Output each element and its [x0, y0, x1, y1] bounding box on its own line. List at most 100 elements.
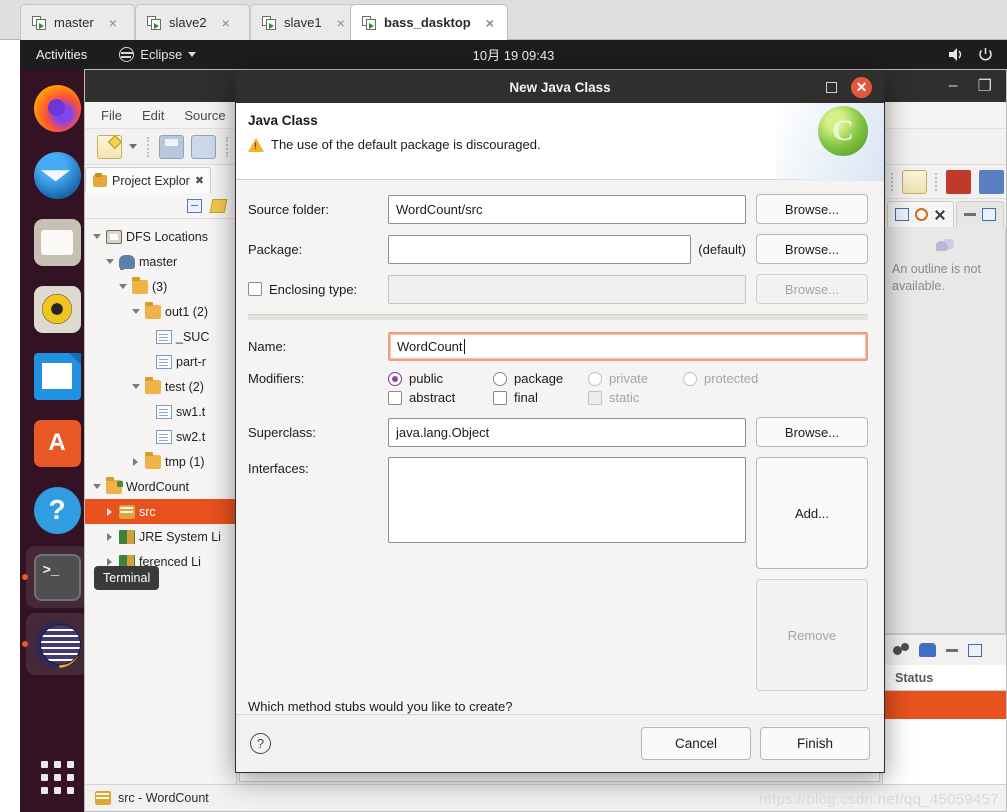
dock-item-files[interactable] [26, 211, 88, 273]
file-icon [156, 429, 172, 444]
interfaces-add-button[interactable]: Add... [756, 457, 868, 569]
dock-item-thunderbird[interactable] [26, 144, 88, 206]
collapse-arrow-icon[interactable] [104, 508, 115, 516]
dock-item-rhythmbox[interactable] [26, 278, 88, 340]
vm-tab-slave2[interactable]: slave2 × [135, 4, 250, 40]
expand-arrow-icon[interactable] [130, 384, 141, 389]
window-maximize-button[interactable]: ❐ [978, 76, 992, 96]
vm-tab-close-icon[interactable]: × [109, 15, 117, 31]
menu-file[interactable]: File [101, 108, 122, 123]
tab-close-icon[interactable]: ✖ [195, 174, 204, 187]
minimize-icon[interactable] [946, 648, 958, 652]
maximize-icon[interactable] [982, 208, 996, 221]
menu-source[interactable]: Source [184, 108, 225, 123]
tree-item-master[interactable]: master [85, 249, 236, 274]
collapse-all-icon[interactable] [187, 198, 202, 213]
tab-outline[interactable] [887, 201, 954, 227]
radio-package-icon[interactable] [493, 371, 507, 386]
vm-tab-close-icon[interactable]: × [337, 15, 345, 31]
app-menu-eclipse[interactable]: Eclipse [119, 47, 197, 62]
vm-tab-slave1[interactable]: slave1 × [250, 4, 365, 40]
package-input[interactable] [388, 234, 692, 264]
collapse-arrow-icon[interactable] [104, 533, 115, 541]
menu-edit[interactable]: Edit [142, 108, 164, 123]
maximize-icon[interactable] [968, 643, 982, 657]
tree-item-tmp[interactable]: tmp (1) [85, 449, 236, 474]
tree-item-test[interactable]: test (2) [85, 374, 236, 399]
vm-tab-bass-dasktop[interactable]: bass_dasktop × [350, 4, 508, 40]
new-wizard-icon[interactable] [97, 134, 122, 159]
tree-item-jre-system-library[interactable]: JRE System Li [85, 524, 236, 549]
new-java-class-dialog: New Java Class ✕ Java Class The use of t… [235, 70, 885, 773]
superclass-browse-button[interactable]: Browse... [756, 417, 868, 447]
tree-item-out1[interactable]: out1 (2) [85, 299, 236, 324]
activities-button[interactable]: Activities [36, 47, 87, 62]
class-name-input[interactable]: WordCount [388, 332, 868, 361]
dock-item-eclipse[interactable] [22, 613, 88, 675]
save-all-icon[interactable] [191, 134, 216, 159]
package-browse-button[interactable]: Browse... [756, 234, 868, 264]
expand-arrow-icon[interactable] [91, 484, 102, 489]
gnome-system-menu[interactable] [948, 47, 993, 62]
show-applications-button[interactable] [40, 761, 74, 794]
dock-item-libreoffice[interactable] [26, 345, 88, 407]
collapse-arrow-icon[interactable] [130, 458, 141, 466]
modifier-final[interactable]: final [493, 390, 588, 405]
finish-button[interactable]: Finish [760, 727, 870, 760]
source-folder-input[interactable]: WordCount/src [388, 194, 746, 224]
tree-item-part-file[interactable]: part-r [85, 349, 236, 374]
window-minimize-button[interactable]: – [949, 77, 958, 95]
dock-item-help[interactable] [26, 479, 88, 541]
save-icon[interactable] [159, 134, 184, 159]
dock-item-software[interactable] [26, 412, 88, 474]
checkbox-abstract-icon[interactable] [388, 390, 402, 405]
tree-item-sw1[interactable]: sw1.t [85, 399, 236, 424]
help-button[interactable]: ? [250, 733, 271, 754]
tab-project-explorer[interactable]: Project Explor ✖ [85, 167, 212, 193]
servers-selected-row[interactable] [883, 691, 1006, 719]
dialog-close-button[interactable]: ✕ [851, 76, 872, 98]
collapse-arrow-icon[interactable] [104, 558, 115, 566]
vm-tab-master[interactable]: master × [20, 4, 135, 40]
dropdown-arrow-icon[interactable] [129, 144, 137, 149]
close-icon[interactable] [934, 209, 946, 221]
dialog-maximize-button[interactable] [826, 81, 837, 93]
tree-item-dfs-locations[interactable]: DFS Locations [85, 224, 236, 249]
radio-public-icon[interactable] [388, 371, 402, 386]
new-class-icon[interactable] [902, 169, 927, 194]
dock-item-firefox[interactable] [26, 77, 88, 139]
minimize-icon[interactable] [964, 213, 976, 216]
tree-item-success-file[interactable]: _SUC [85, 324, 236, 349]
servers-icon[interactable] [919, 643, 936, 657]
expand-arrow-icon[interactable] [130, 309, 141, 314]
java-perspective-icon[interactable] [946, 169, 971, 194]
dock-item-terminal[interactable] [22, 546, 88, 608]
superclass-input[interactable]: java.lang.Object [388, 417, 746, 447]
link-with-editor-icon[interactable] [209, 198, 228, 213]
eclipse-icon [119, 47, 135, 62]
modifier-package[interactable]: package [493, 371, 588, 386]
tree-item-root-dir[interactable]: (3) [85, 274, 236, 299]
modifier-abstract[interactable]: abstract [388, 390, 493, 405]
tree-item-wordcount[interactable]: WordCount [85, 474, 236, 499]
cancel-button[interactable]: Cancel [641, 727, 751, 760]
debug-perspective-icon[interactable] [979, 169, 1004, 194]
expand-arrow-icon[interactable] [104, 259, 115, 264]
vm-tab-close-icon[interactable]: × [486, 15, 494, 31]
expand-arrow-icon[interactable] [91, 234, 102, 239]
tree-item-src[interactable]: src [85, 499, 236, 524]
vm-tab-close-icon[interactable]: × [222, 15, 230, 31]
tree-item-label: sw1.t [176, 404, 206, 419]
gears-icon[interactable] [893, 643, 909, 657]
tree-item-label: src [139, 504, 156, 519]
enclosing-type-checkbox[interactable] [248, 282, 262, 296]
source-folder-browse-button[interactable]: Browse... [756, 194, 868, 224]
checkbox-final-icon[interactable] [493, 390, 507, 405]
vm-tab-label: slave2 [169, 15, 207, 30]
modifier-public[interactable]: public [388, 371, 493, 386]
enclosing-type-input[interactable] [388, 274, 746, 304]
outline-view-controls[interactable] [956, 201, 1004, 227]
tree-item-sw2[interactable]: sw2.t [85, 424, 236, 449]
interfaces-list[interactable] [388, 457, 746, 543]
expand-arrow-icon[interactable] [117, 284, 128, 289]
